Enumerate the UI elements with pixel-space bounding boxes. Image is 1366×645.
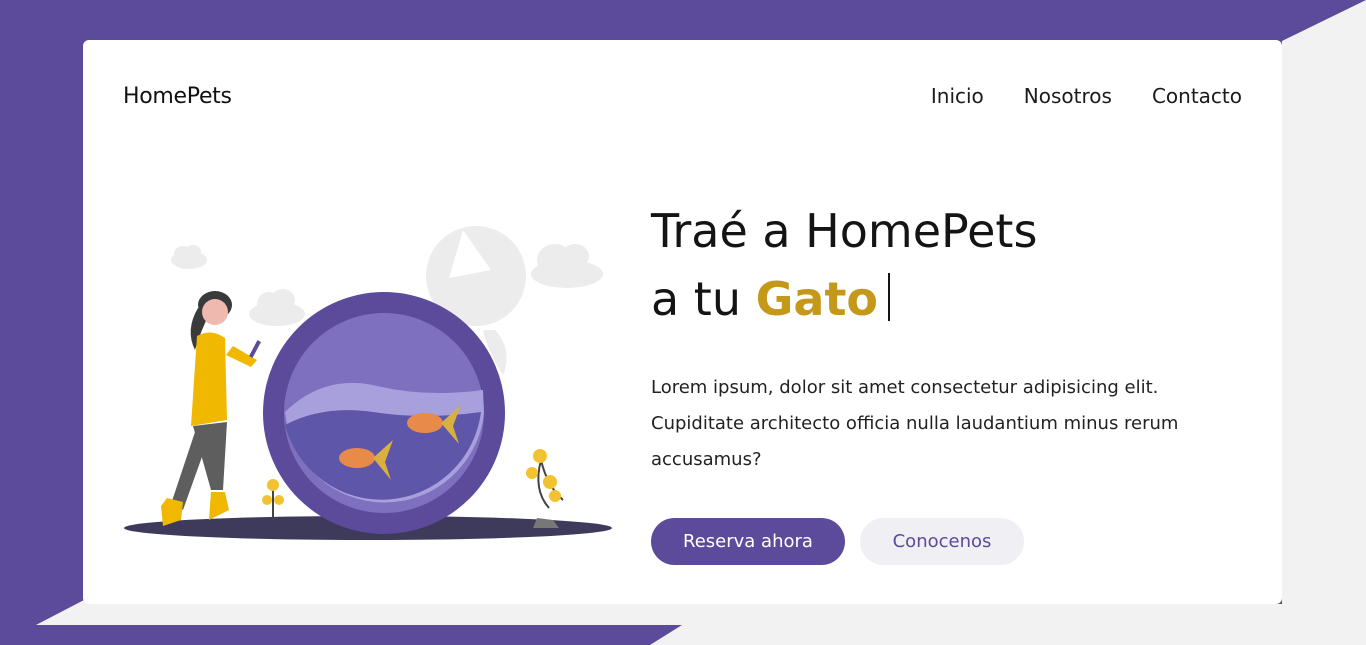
main-nav: Inicio Nosotros Contacto: [931, 84, 1242, 108]
hero-title: Traé a HomePets a tu Gato: [651, 197, 1037, 333]
hero-title-line1: Traé a HomePets: [651, 204, 1038, 258]
typing-caret: [888, 273, 891, 321]
woman-figure: [161, 291, 261, 526]
nav-link-inicio[interactable]: Inicio: [931, 84, 984, 108]
hero-card: HomePets Inicio Nosotros Contacto Traé a…: [83, 40, 1282, 604]
nav-link-contacto[interactable]: Contacto: [1152, 84, 1242, 108]
reserve-button[interactable]: Reserva ahora: [651, 518, 845, 565]
brand-logo[interactable]: HomePets: [123, 84, 232, 109]
nav-link-nosotros[interactable]: Nosotros: [1024, 84, 1112, 108]
hero-illustration: [124, 226, 612, 540]
hero-title-prefix: a tu: [651, 272, 742, 326]
hero-description: Lorem ipsum, dolor sit amet consectetur …: [651, 377, 1179, 470]
hero-title-highlight: Gato: [755, 272, 879, 326]
fishbowl-icon: [263, 292, 505, 534]
learn-more-button[interactable]: Conocenos: [860, 518, 1024, 565]
